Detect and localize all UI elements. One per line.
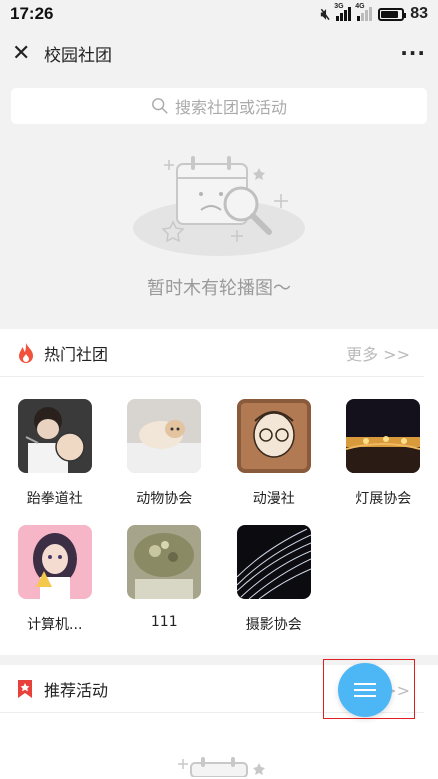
status-icons: 🔇︎ 3G 4G 83 xyxy=(320,3,428,23)
club-avatar xyxy=(17,525,92,599)
club-name: 计算机... xyxy=(27,617,83,633)
club-item-111[interactable]: 111 xyxy=(110,525,220,651)
battery-icon xyxy=(378,7,407,21)
club-grid: 跆拳道社 动物协会 动漫社 灯展协会 计算机... 111 摄影协会 xyxy=(0,377,438,655)
status-time: 17:26 xyxy=(10,4,54,23)
menu-icon xyxy=(354,679,376,701)
menu-fab-button[interactable] xyxy=(338,663,392,717)
empty-state-icon xyxy=(178,757,265,777)
mute-icon: 🔇︎ xyxy=(320,5,331,23)
bookmark-icon xyxy=(16,678,38,700)
club-name: 动漫社 xyxy=(252,491,295,507)
battery-percent: 83 xyxy=(410,5,428,22)
club-name: 灯展协会 xyxy=(355,491,412,507)
club-name: 动物协会 xyxy=(136,491,193,507)
hot-clubs-title: 热门社团 xyxy=(44,344,109,364)
search-bar[interactable]: 搜索社团或活动 xyxy=(11,88,427,124)
page-title: 校园社团 xyxy=(44,45,112,66)
club-name: 111 xyxy=(150,614,178,630)
close-icon[interactable]: ✕ xyxy=(12,41,36,66)
banner-carousel: 暂时木有轮播图～ xyxy=(0,124,438,329)
club-avatar xyxy=(346,399,421,473)
signal-icon-4g: 4G xyxy=(355,3,373,21)
status-bar: 17:26 🔇︎ 3G 4G 83 xyxy=(0,0,438,28)
nav-bar: ✕ 校园社团 ··· xyxy=(0,28,438,78)
club-item-computer[interactable]: 计算机... xyxy=(0,525,110,651)
club-item-photography[interactable]: 摄影协会 xyxy=(219,525,329,651)
search-placeholder: 搜索社团或活动 xyxy=(174,98,287,117)
hot-clubs-more-link[interactable]: 更多 >> xyxy=(346,341,410,365)
club-avatar xyxy=(127,525,202,599)
club-name: 摄影协会 xyxy=(245,617,302,633)
club-avatar xyxy=(127,399,202,473)
club-avatar xyxy=(236,399,311,473)
more-menu-icon[interactable]: ··· xyxy=(400,41,426,65)
club-avatar xyxy=(17,399,92,473)
recommended-title: 推荐活动 xyxy=(44,680,109,700)
club-avatar xyxy=(236,525,311,599)
search-icon xyxy=(152,98,168,114)
signal-icon-3g: 3G xyxy=(334,3,352,21)
hot-clubs-section: 热门社团 更多 >> 跆拳道社 动物协会 动漫社 灯展协会 计算机... 111… xyxy=(0,329,438,655)
club-name: 跆拳道社 xyxy=(26,491,83,507)
club-item-anime[interactable]: 动漫社 xyxy=(219,399,329,525)
club-item-lantern[interactable]: 灯展协会 xyxy=(329,399,438,525)
flame-icon xyxy=(16,342,38,364)
club-item-animal[interactable]: 动物协会 xyxy=(110,399,220,525)
empty-state-icon xyxy=(133,156,305,256)
banner-empty-text: 暂时木有轮播图～ xyxy=(147,278,291,299)
club-item-taekwondo[interactable]: 跆拳道社 xyxy=(0,399,110,525)
